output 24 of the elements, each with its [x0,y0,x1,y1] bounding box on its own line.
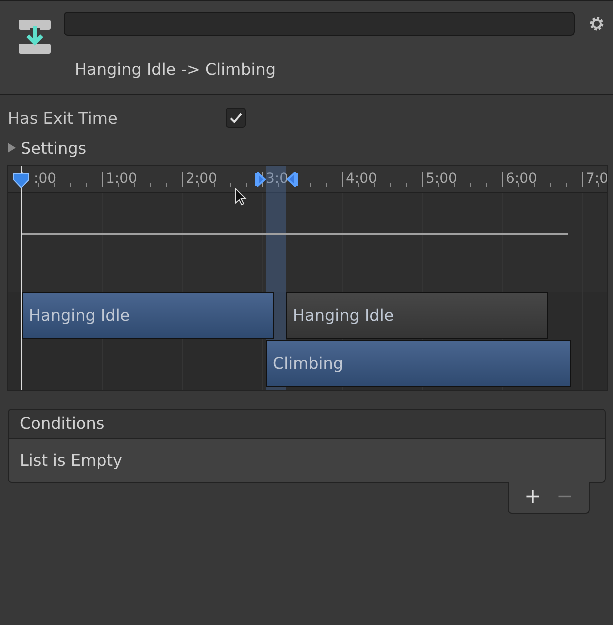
exit-time-checkbox[interactable] [226,108,246,128]
foldout-arrow-icon [7,143,17,153]
clip-bar[interactable]: Hanging Idle [286,292,548,339]
clip-bar[interactable]: Hanging Idle [22,292,274,339]
transition-title: Hanging Idle -> Climbing [75,60,276,79]
transition-icon [16,18,54,56]
time-label: 1:00 [102,172,138,187]
exit-time-label: Has Exit Time [8,108,119,128]
conditions-header: Conditions [9,410,605,439]
transition-end-handle[interactable] [286,172,298,187]
name-field[interactable] [64,12,575,36]
clip-bar[interactable]: Climbing [266,340,571,387]
time-label: 6:00 [502,172,538,187]
mouse-cursor-icon [235,188,247,206]
empty-list-text: List is Empty [9,439,605,482]
time-label: 4:00 [342,172,378,187]
settings-icon[interactable] [589,16,605,32]
transition-start-handle[interactable] [255,172,267,187]
time-label: 5:00 [422,172,458,187]
settings-foldout[interactable]: Settings [7,138,87,158]
add-button[interactable]: + [519,484,547,508]
checkmark-icon [229,111,243,125]
time-label: 2:00 [182,172,218,187]
playhead-marker[interactable] [13,173,30,189]
